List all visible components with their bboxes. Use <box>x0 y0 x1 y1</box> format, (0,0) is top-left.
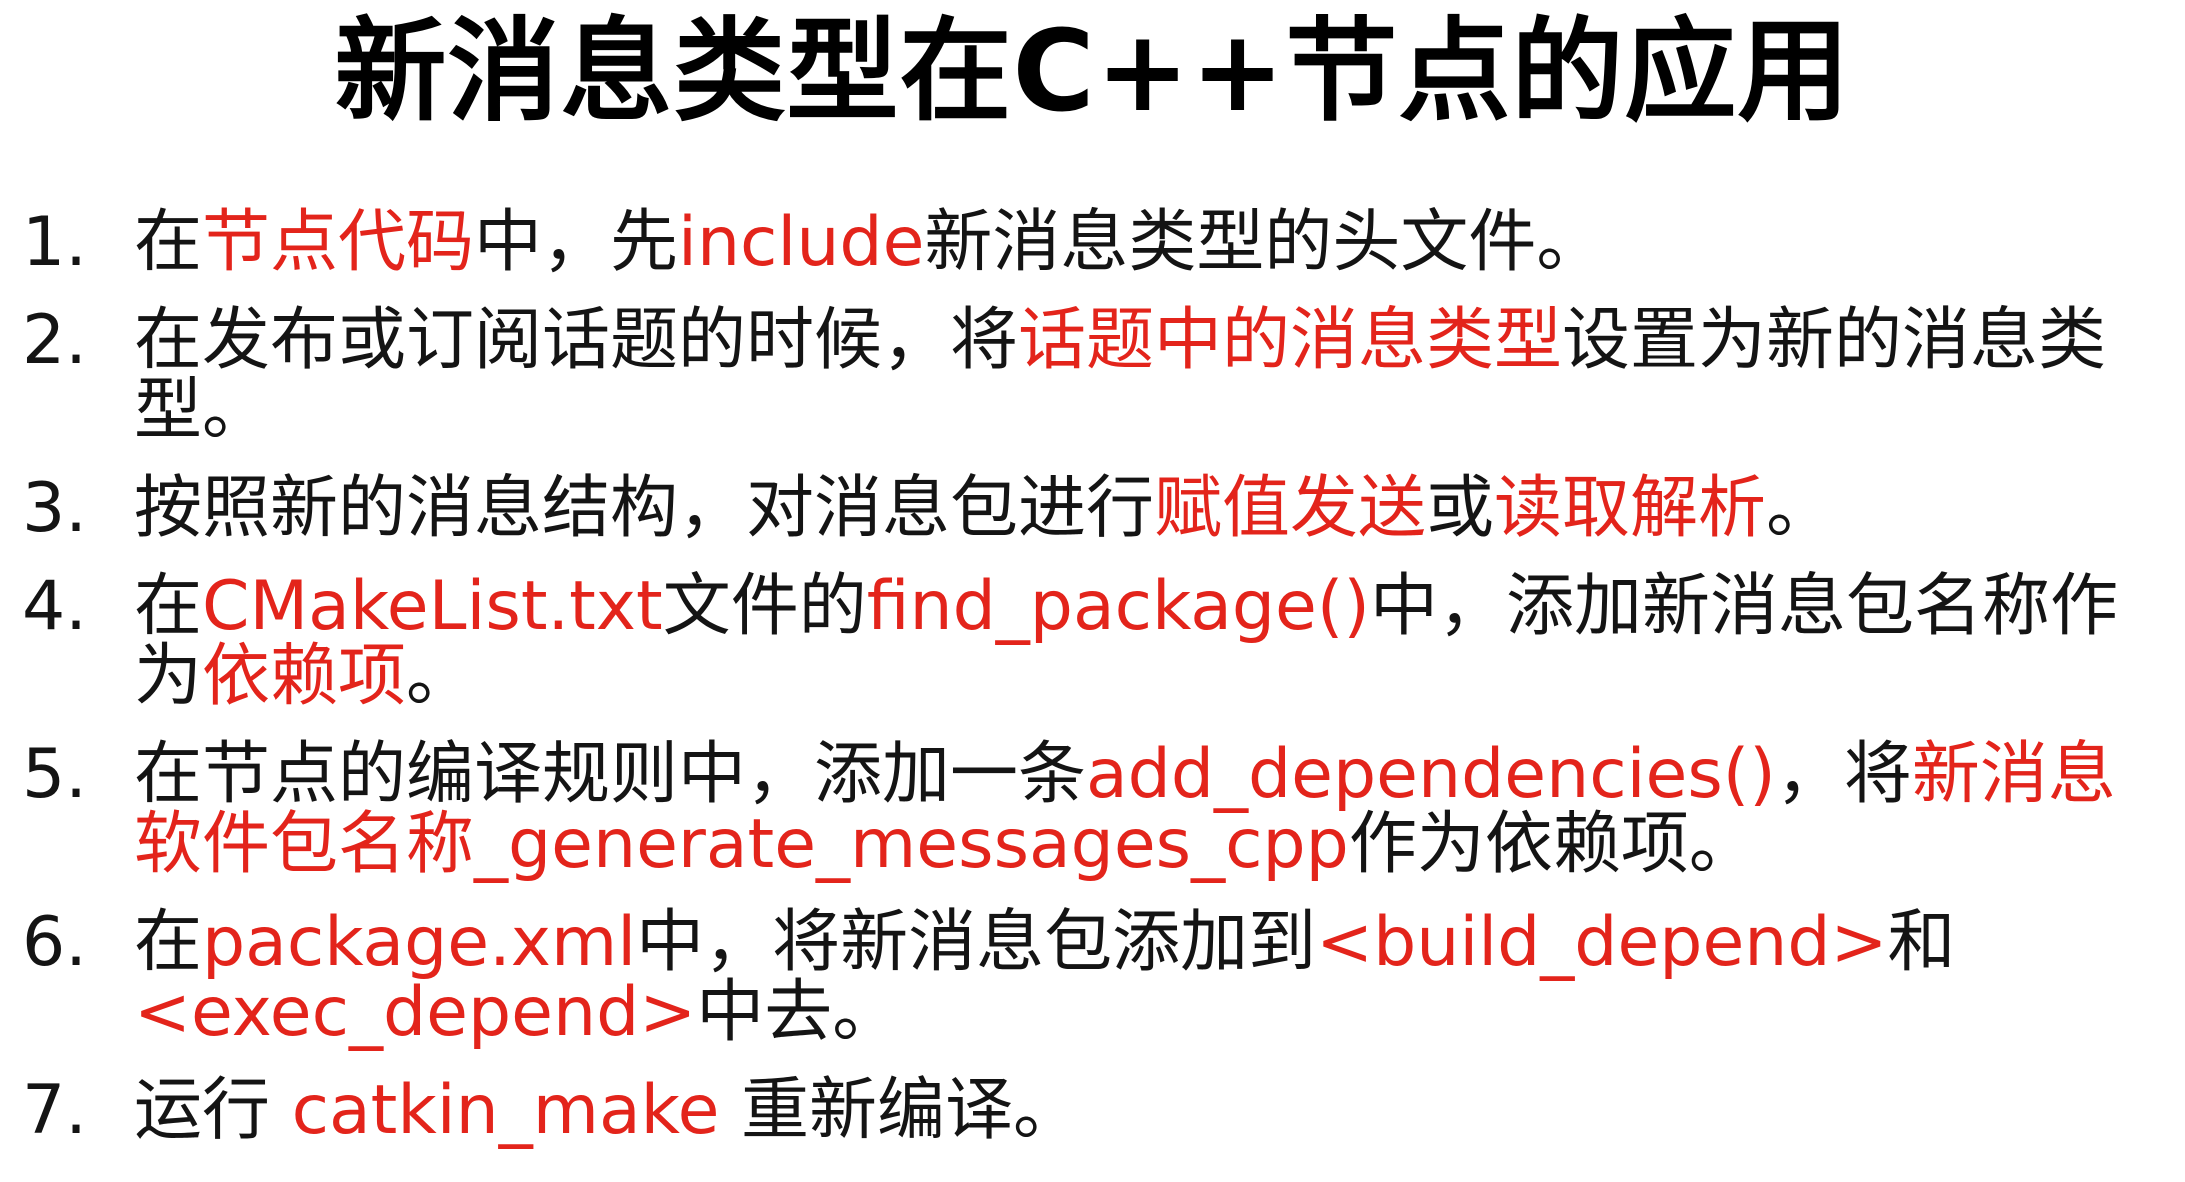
highlight-segment: add_dependencies() <box>1086 735 1776 814</box>
slide: 新消息类型在C++节点的应用 1. 在节点代码中，先include新消息类型的头文… <box>0 0 2185 1182</box>
text-segment: 中去。 <box>696 973 901 1052</box>
text-segment: 作为依赖项。 <box>1348 805 1757 884</box>
text-segment: 或 <box>1426 469 1495 548</box>
highlight-segment: <build_depend> <box>1316 903 1888 982</box>
item-number: 3. <box>22 469 87 548</box>
highlight-segment: package.xml <box>202 903 637 982</box>
highlight-segment: CMakeList.txt <box>202 567 663 646</box>
text-segment: 文件的 <box>662 567 867 646</box>
highlight-segment: 赋值发送 <box>1154 469 1427 548</box>
list-item: 2. 在发布或订阅话题的时候，将话题中的消息类型设置为新的消息类型。 <box>22 306 2162 446</box>
item-number: 5. <box>22 735 87 814</box>
highlight-segment: <exec_depend> <box>134 973 697 1052</box>
highlight-segment: 节点代码 <box>202 203 475 282</box>
text-segment: 。 <box>406 637 475 716</box>
item-number: 4. <box>22 567 87 646</box>
text-segment: 在节点的编译规则中，添加一条 <box>134 735 1087 814</box>
highlight-segment: include <box>678 203 925 282</box>
text-segment: 和 <box>1887 903 1956 982</box>
text-segment: ，将 <box>1775 735 1912 814</box>
item-text: 在package.xml中，将新消息包添加到<build_depend>和 <ex… <box>134 903 1956 1052</box>
item-text: 在CMakeList.txt文件的find_package()中，添加新消息包名… <box>134 567 2118 716</box>
text-segment: 。 <box>1766 469 1835 548</box>
text-segment: 重新编译。 <box>719 1071 1082 1150</box>
list-item: 5. 在节点的编译规则中，添加一条add_dependencies()，将新消息软… <box>22 740 2162 880</box>
text-segment: 中，先 <box>474 203 679 282</box>
text-segment: 新消息类型的头文件。 <box>924 203 1605 282</box>
list-item: 4. 在CMakeList.txt文件的find_package()中，添加新消息… <box>22 572 2162 712</box>
item-text: 运行 catkin_make 重新编译。 <box>134 1071 1081 1150</box>
highlight-segment: catkin_make <box>291 1071 720 1150</box>
text-segment: 在发布或订阅话题的时候，将 <box>134 301 1019 380</box>
list-item: 3. 按照新的消息结构，对消息包进行赋值发送或读取解析。 <box>22 474 2162 544</box>
list-item: 7. 运行 catkin_make 重新编译。 <box>22 1076 2162 1146</box>
text-segment: 在 <box>134 203 203 282</box>
highlight-segment: find_package() <box>866 567 1370 646</box>
text-segment: 中，将新消息包添加到 <box>636 903 1317 982</box>
text-segment: 运行 <box>134 1071 292 1150</box>
list-item: 6. 在package.xml中，将新消息包添加到<build_depend>和<… <box>22 908 2162 1048</box>
highlight-segment: 依赖项 <box>202 637 407 716</box>
text-segment: 在 <box>134 903 203 982</box>
item-number: 7. <box>22 1071 87 1150</box>
item-number: 6. <box>22 903 87 982</box>
slide-title: 新消息类型在C++节点的应用 <box>334 7 1851 137</box>
highlight-segment: 话题中的消息类型 <box>1018 301 1563 380</box>
item-text: 在节点代码中，先include新消息类型的头文件。 <box>134 203 1604 282</box>
item-text: 在节点的编译规则中，添加一条add_dependencies()，将新消息软件包… <box>134 735 2116 884</box>
item-number: 1. <box>22 203 87 282</box>
item-text: 按照新的消息结构，对消息包进行赋值发送或读取解析。 <box>134 469 1834 548</box>
list-item: 1. 在节点代码中，先include新消息类型的头文件。 <box>22 208 2162 278</box>
item-number: 2. <box>22 301 87 380</box>
text-segment: 按照新的消息结构，对消息包进行 <box>134 469 1155 548</box>
text-segment: 在 <box>134 567 203 646</box>
instruction-list: 1. 在节点代码中，先include新消息类型的头文件。 2. 在发布或订阅话题的时… <box>22 208 2162 1174</box>
item-text: 在发布或订阅话题的时候，将话题中的消息类型设置为新的消息类型。 <box>134 301 2106 450</box>
highlight-segment: 读取解析 <box>1494 469 1767 548</box>
